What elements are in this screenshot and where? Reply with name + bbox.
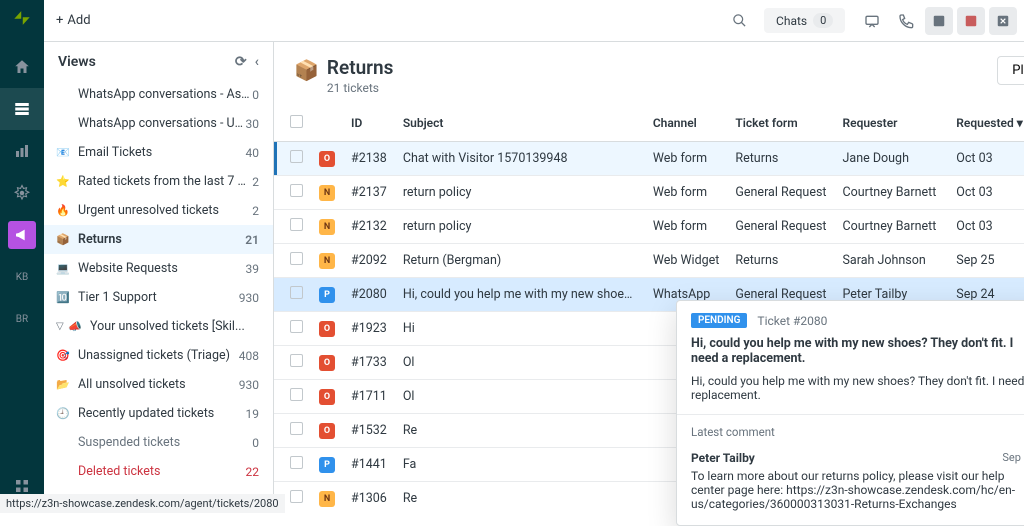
- table-row[interactable]: O#2138Chat with Visitor 1570139948Web fo…: [274, 142, 1024, 176]
- add-button[interactable]: +Add: [56, 13, 91, 28]
- status-icon: O: [319, 389, 335, 405]
- nav-reporting-icon[interactable]: [0, 130, 44, 172]
- row-checkbox[interactable]: [290, 456, 303, 469]
- nav-admin-icon[interactable]: [0, 172, 44, 214]
- status-icon: N: [319, 491, 335, 507]
- col-requested[interactable]: Requested ▾: [948, 105, 1024, 142]
- returns-icon: 📦: [294, 58, 319, 82]
- popup-latest-label: Latest comment: [677, 414, 1024, 445]
- col-requester[interactable]: Requester: [835, 105, 949, 142]
- page-subtitle: 21 tickets: [327, 81, 394, 95]
- status-icon: N: [319, 185, 335, 201]
- chats-button[interactable]: Chats0: [764, 8, 845, 33]
- col-channel[interactable]: Channel: [645, 105, 728, 142]
- status-badge: PENDING: [691, 313, 747, 328]
- logo-icon: [12, 8, 32, 28]
- search-button[interactable]: [724, 6, 754, 36]
- app-icon-1[interactable]: [925, 7, 953, 35]
- status-icon: O: [319, 423, 335, 439]
- nav-views-icon[interactable]: [0, 88, 44, 130]
- play-button[interactable]: Play: [997, 56, 1024, 85]
- row-checkbox[interactable]: [290, 388, 303, 401]
- nav-kb-icon[interactable]: KB: [0, 256, 44, 298]
- popup-body: Hi, could you help me with my new shoes?…: [677, 374, 1024, 414]
- status-icon: N: [319, 253, 335, 269]
- view-whatsapp-unassigned[interactable]: WhatsApp conversations - Unass...30: [44, 109, 273, 138]
- nav-home-icon[interactable]: [0, 46, 44, 88]
- popup-subject: Hi, could you help me with my new shoes?…: [677, 336, 1024, 374]
- views-title: Views: [58, 54, 96, 70]
- status-icon: P: [319, 287, 335, 303]
- view-email-tickets[interactable]: 📧Email Tickets40: [44, 138, 273, 167]
- app-icon-3[interactable]: [989, 7, 1017, 35]
- view-website[interactable]: 💻Website Requests39: [44, 254, 273, 283]
- popup-author: Peter Tailby: [691, 451, 755, 465]
- view-unassigned[interactable]: 🎯Unassigned tickets (Triage)408: [44, 341, 273, 370]
- view-all-unsolved[interactable]: 📂All unsolved tickets930: [44, 370, 273, 399]
- row-checkbox[interactable]: [290, 422, 303, 435]
- status-icon: N: [319, 219, 335, 235]
- view-urgent[interactable]: 🔥Urgent unresolved tickets2: [44, 196, 273, 225]
- col-id[interactable]: ID: [343, 105, 395, 142]
- row-checkbox[interactable]: [290, 354, 303, 367]
- view-tier1[interactable]: 🔟Tier 1 Support930: [44, 283, 273, 312]
- app-icon-2[interactable]: [957, 7, 985, 35]
- page-title: Returns: [327, 56, 394, 79]
- nav-br-icon[interactable]: BR: [0, 298, 44, 340]
- row-checkbox[interactable]: [290, 184, 303, 197]
- row-checkbox[interactable]: [290, 490, 303, 503]
- view-deleted[interactable]: Deleted tickets22: [44, 457, 273, 486]
- view-returns[interactable]: 📦Returns21: [44, 225, 273, 254]
- views-sidebar: Views ⟳ ‹ WhatsApp conversations - Assig…: [44, 42, 274, 513]
- view-recent[interactable]: 🕘Recently updated tickets19: [44, 399, 273, 428]
- view-whatsapp-assigned[interactable]: WhatsApp conversations - Assig...0: [44, 80, 273, 109]
- table-row[interactable]: N#2092Return (Bergman)Web WidgetReturnsS…: [274, 244, 1024, 278]
- plus-icon: +: [56, 13, 63, 28]
- conversations-icon[interactable]: [857, 6, 887, 36]
- status-icon: P: [319, 457, 335, 473]
- status-icon: O: [319, 321, 335, 337]
- col-subject[interactable]: Subject: [395, 105, 645, 142]
- view-list: WhatsApp conversations - Assig...0WhatsA…: [44, 80, 273, 513]
- row-checkbox[interactable]: [290, 320, 303, 333]
- refresh-icon[interactable]: ⟳: [235, 54, 247, 70]
- table-row[interactable]: N#2137return policyWeb formGeneral Reque…: [274, 176, 1024, 210]
- table-row[interactable]: N#2132return policyWeb formGeneral Reque…: [274, 210, 1024, 244]
- select-all-checkbox[interactable]: [290, 115, 303, 128]
- nav-marketing-icon[interactable]: [8, 221, 36, 249]
- status-icon: O: [319, 151, 335, 167]
- view-rated-tickets[interactable]: ⭐Rated tickets from the last 7 d...2: [44, 167, 273, 196]
- row-checkbox[interactable]: [290, 150, 303, 163]
- status-bar: https://z3n-showcase.zendesk.com/agent/t…: [0, 494, 285, 513]
- content-area: 📦 Returns 21 tickets Play ▾ ID: [274, 42, 1024, 513]
- topbar: +Add Chats0: [44, 0, 1024, 42]
- popup-date: Sep 24: [1002, 451, 1024, 465]
- ticket-preview-popup: PENDING Ticket #2080 Hi, could you help …: [676, 300, 1024, 526]
- row-checkbox[interactable]: [290, 286, 303, 299]
- row-checkbox[interactable]: [290, 252, 303, 265]
- popup-ticket-id: Ticket #2080: [757, 314, 827, 328]
- collapse-icon[interactable]: ‹: [255, 54, 259, 70]
- popup-comment: To learn more about our returns policy, …: [677, 469, 1024, 525]
- col-form[interactable]: Ticket form: [727, 105, 834, 142]
- status-icon: O: [319, 355, 335, 371]
- phone-icon[interactable]: [891, 6, 921, 36]
- left-rail: KB BR: [0, 0, 44, 513]
- row-checkbox[interactable]: [290, 218, 303, 231]
- view-your-unsolved[interactable]: ▽📣Your unsolved tickets [Skil...: [44, 312, 273, 341]
- view-suspended[interactable]: Suspended tickets0: [44, 428, 273, 457]
